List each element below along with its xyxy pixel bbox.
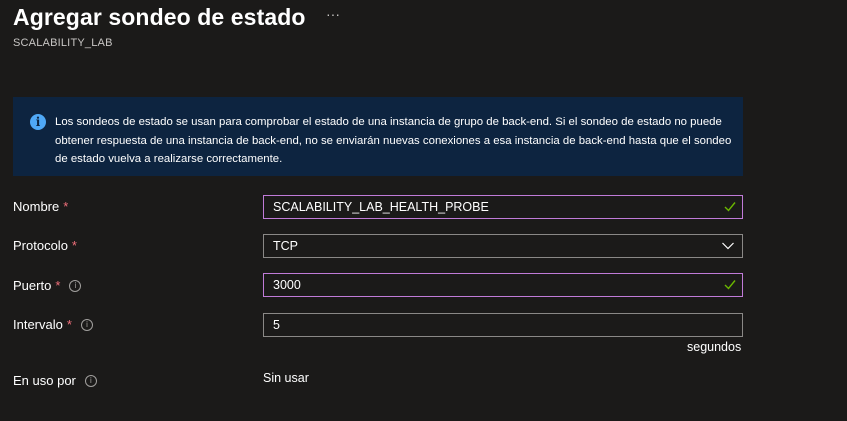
required-marker: * bbox=[71, 238, 77, 253]
name-input-value: SCALABILITY_LAB_HEALTH_PROBE bbox=[273, 200, 489, 214]
port-input-value: 3000 bbox=[273, 278, 301, 292]
info-icon: i bbox=[30, 114, 46, 130]
interval-label: Intervalo * i bbox=[13, 317, 93, 332]
info-tooltip-icon[interactable]: i bbox=[80, 318, 93, 331]
interval-units: segundos bbox=[687, 340, 742, 354]
interval-input-value: 5 bbox=[273, 318, 280, 332]
checkmark-icon bbox=[724, 202, 736, 212]
required-marker: * bbox=[55, 278, 61, 293]
chevron-down-icon bbox=[722, 242, 734, 250]
info-tooltip-icon[interactable]: i bbox=[69, 279, 82, 292]
info-text: Los sondeos de estado se usan para compr… bbox=[55, 116, 732, 165]
name-input[interactable]: SCALABILITY_LAB_HEALTH_PROBE bbox=[263, 195, 743, 219]
interval-input[interactable]: 5 bbox=[263, 313, 743, 337]
required-marker: * bbox=[63, 199, 69, 214]
page-title: Agregar sondeo de estado bbox=[13, 4, 306, 30]
resource-subtitle: SCALABILITY_LAB bbox=[13, 37, 113, 49]
protocol-selected-value: TCP bbox=[273, 239, 298, 253]
checkmark-icon bbox=[724, 280, 736, 290]
in-use-value: Sin usar bbox=[263, 371, 309, 385]
port-input[interactable]: 3000 bbox=[263, 273, 743, 297]
name-label: Nombre * bbox=[13, 199, 69, 214]
port-label: Puerto * i bbox=[13, 278, 82, 293]
protocol-label: Protocolo * bbox=[13, 238, 77, 253]
info-tooltip-icon[interactable]: i bbox=[84, 374, 97, 387]
more-options-button[interactable]: ··· bbox=[326, 6, 340, 22]
protocol-dropdown[interactable]: TCP bbox=[263, 234, 743, 258]
info-banner: i Los sondeos de estado se usan para com… bbox=[13, 97, 743, 176]
in-use-label: En uso por i bbox=[13, 373, 97, 388]
required-marker: * bbox=[66, 317, 72, 332]
